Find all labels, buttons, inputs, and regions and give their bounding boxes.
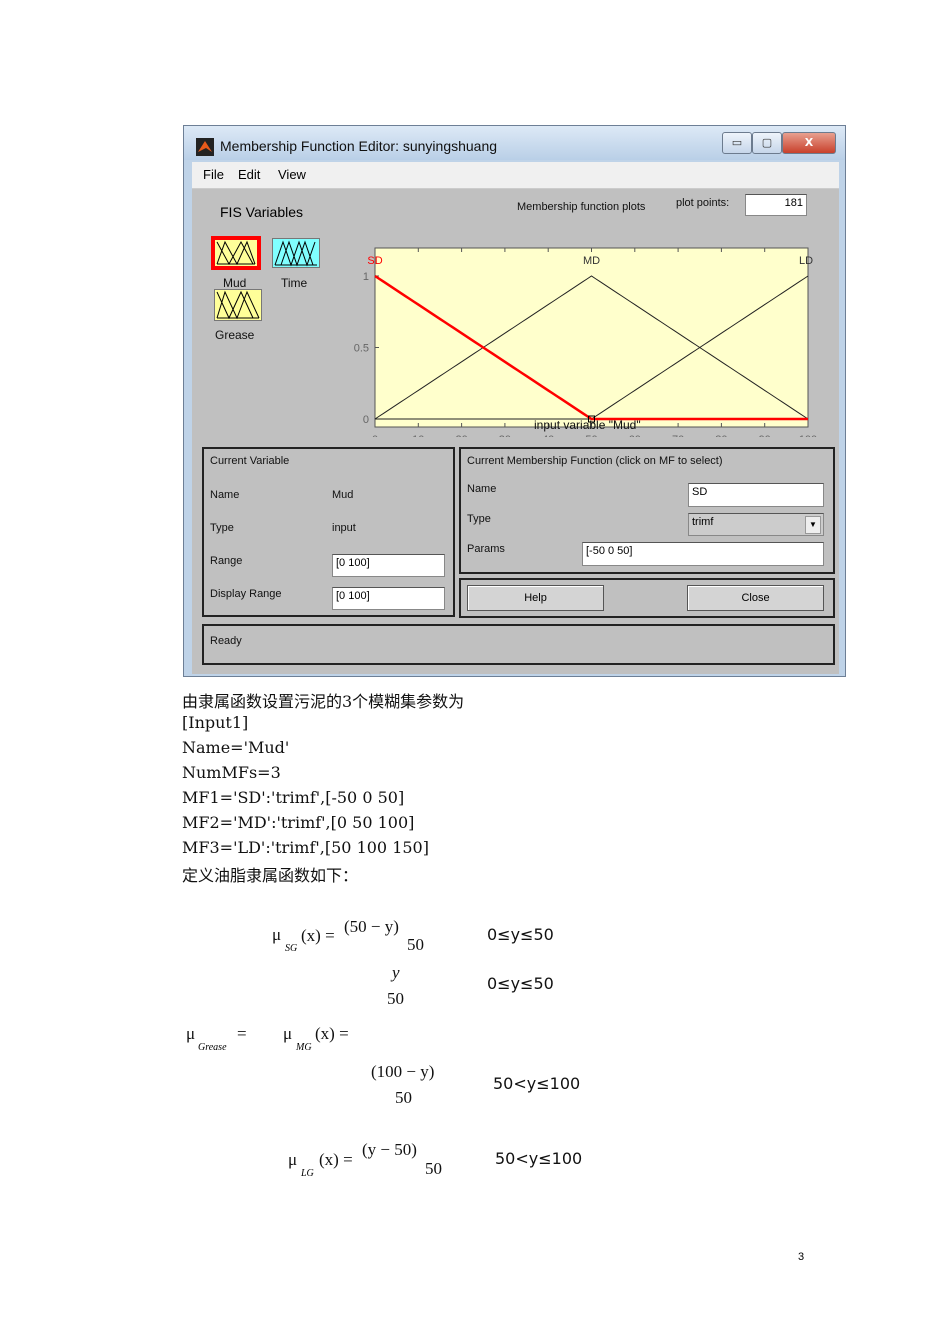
x-tick-label: 30: [499, 434, 511, 437]
denominator-1: 50: [407, 935, 424, 954]
mf-plot[interactable]: 0 10 20 30 40 50 60 70 80 90 100 0 0.5 1 MD LD SD: [342, 212, 832, 437]
y-tick-label: 0: [363, 414, 369, 426]
mu-lg-symbol: μ: [288, 1150, 298, 1169]
subscript-lg: LG: [301, 1168, 314, 1179]
close-button[interactable]: Close: [687, 585, 824, 611]
plot-area: [374, 247, 809, 428]
variable-grease-label: Grease: [215, 328, 255, 342]
maximize-button[interactable]: ▢: [752, 132, 782, 154]
page-number: 3: [798, 1251, 805, 1263]
current-mf-title: Current Membership Function (click on MF…: [467, 455, 723, 467]
x-tick-label: 70: [672, 434, 684, 437]
doc-line-8: 定义油脂隶属函数如下：: [182, 866, 359, 885]
button-panel: Help Close: [459, 578, 835, 618]
type-label: Type: [210, 522, 234, 534]
window-title: Membership Function Editor: sunyingshuan…: [220, 138, 498, 154]
close-window-button[interactable]: X: [782, 132, 836, 154]
menu-edit[interactable]: Edit: [238, 167, 260, 182]
condition-4: 50<y≤100: [495, 1149, 583, 1168]
help-button[interactable]: Help: [467, 585, 604, 611]
fx-3: (x) =: [319, 1150, 353, 1169]
variable-grease-icon[interactable]: [214, 289, 262, 321]
x-tick-label: 80: [715, 434, 727, 437]
params-label: Params: [467, 543, 505, 555]
subscript-sg: SG: [285, 943, 298, 954]
x-tick-label: 60: [629, 434, 641, 437]
subscript-mg: MG: [296, 1042, 312, 1053]
range-label: Range: [210, 555, 243, 567]
mf-editor-window: Membership Function Editor: sunyingshuan…: [183, 125, 846, 677]
numerator-3: (100 − y): [371, 1062, 435, 1081]
menu-view[interactable]: View: [278, 167, 306, 182]
condition-2: 0≤y≤50: [487, 974, 554, 993]
name-label: Name: [210, 489, 240, 501]
mf-type-select[interactable]: trimf ▼: [688, 513, 824, 536]
fx-2: (x) =: [315, 1024, 349, 1043]
x-tick-label: 50: [585, 434, 597, 437]
subscript-grease: Grease: [198, 1042, 227, 1053]
doc-line-1: 由隶属函数设置污泥的3个模糊集参数为: [182, 692, 465, 711]
y-tick-label: 1: [363, 271, 369, 283]
variable-name-value: Mud: [332, 489, 354, 501]
mf-label-ld: LD: [799, 255, 813, 267]
variable-time-label: Time: [281, 276, 308, 290]
doc-line-6: MF2='MD':'trimf',[0 50 100]: [182, 813, 415, 832]
mf-label-md: MD: [583, 255, 600, 267]
denominator-4: 50: [425, 1159, 442, 1178]
doc-line-4: NumMFs=3: [182, 763, 281, 782]
editor-client: File Edit View FIS Variables Mud Time Gr…: [192, 162, 839, 674]
x-tick-label: 40: [542, 434, 554, 437]
mf-label-sd: SD: [367, 255, 382, 267]
doc-line-3: Name='Mud': [182, 738, 290, 757]
status-text: Ready: [210, 635, 242, 647]
matlab-icon: [196, 138, 214, 156]
current-mf-panel: Current Membership Function (click on MF…: [459, 447, 835, 574]
params-input[interactable]: [-50 0 50]: [582, 542, 824, 566]
menu-file[interactable]: File: [203, 167, 224, 182]
mu-grease-symbol: μ: [186, 1024, 196, 1043]
variable-time-icon[interactable]: [272, 238, 320, 268]
x-tick-label: 90: [759, 434, 771, 437]
display-range-label: Display Range: [210, 588, 282, 600]
x-tick-label: 100: [799, 434, 817, 437]
status-panel: Ready: [202, 624, 835, 665]
mu-symbol: μ: [272, 925, 282, 944]
fis-variables-title: FIS Variables: [220, 204, 303, 220]
mf-name-input[interactable]: SD: [688, 483, 824, 507]
numerator-2: y: [392, 963, 400, 982]
denominator-3: 50: [395, 1088, 412, 1107]
document-page: Membership Function Editor: sunyingshuan…: [0, 0, 950, 1344]
mu-mg-symbol: μ: [283, 1024, 293, 1043]
title-bar: Membership Function Editor: sunyingshuan…: [184, 126, 845, 160]
doc-line-2: [Input1]: [182, 713, 249, 732]
variable-mud-icon[interactable]: [211, 236, 261, 270]
variable-mud-label: Mud: [223, 276, 247, 290]
mf-type-label: Type: [467, 513, 491, 525]
equals-sign: =: [237, 1024, 247, 1043]
plot-xlabel: input variable "Mud": [534, 418, 641, 432]
doc-line-7: MF3='LD':'trimf',[50 100 150]: [182, 838, 429, 857]
plot-points-label: plot points:: [676, 197, 730, 209]
mf-name-label: Name: [467, 483, 497, 495]
condition-3: 50<y≤100: [493, 1074, 581, 1093]
fx-1: (x) =: [301, 926, 335, 945]
mf-type-value: trimf: [692, 516, 714, 528]
menu-bar: File Edit View: [192, 162, 839, 189]
display-range-input[interactable]: [0 100]: [332, 587, 445, 610]
variable-type-value: input: [332, 522, 356, 534]
chevron-down-icon[interactable]: ▼: [805, 516, 821, 534]
range-input[interactable]: [0 100]: [332, 554, 445, 577]
y-tick-label: 0.5: [354, 343, 369, 355]
x-tick-label: 10: [412, 434, 424, 437]
numerator-4: (y − 50): [362, 1140, 417, 1159]
current-variable-panel: Current Variable Name Mud Type input Ran…: [202, 447, 455, 617]
x-tick-label: 20: [455, 434, 467, 437]
x-tick-label: 0: [372, 434, 378, 437]
current-variable-title: Current Variable: [210, 455, 290, 467]
doc-line-5: MF1='SD':'trimf',[-50 0 50]: [182, 788, 405, 807]
denominator-2: 50: [387, 989, 404, 1008]
condition-1: 0≤y≤50: [487, 925, 554, 944]
minimize-button[interactable]: ▭: [722, 132, 752, 154]
numerator-1: (50 − y): [344, 917, 399, 936]
